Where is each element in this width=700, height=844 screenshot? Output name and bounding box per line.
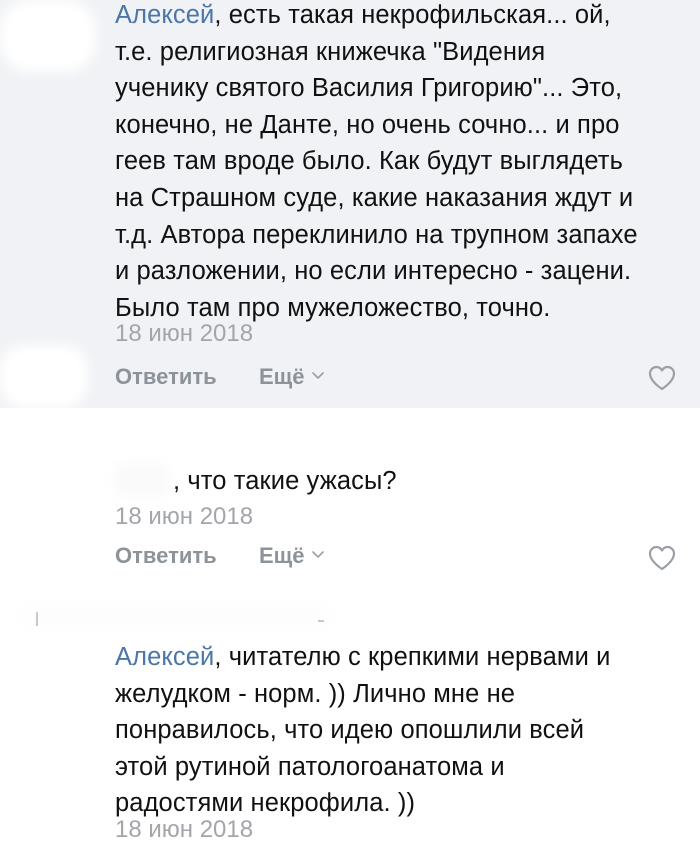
comment-date: 18 июн 2018	[115, 816, 254, 843]
comment-line: т.е. религиозная книжечка "Видения	[115, 37, 546, 66]
comment-line-1: , что такие ужасы?	[173, 467, 397, 495]
more-button[interactable]: Ещё	[259, 364, 304, 390]
heart-outline-icon[interactable]	[648, 365, 676, 391]
comment-text: Алексей, есть такая некрофильская... ой,…	[115, 0, 690, 326]
comment-line: и разложении, но если интересно - зацени…	[115, 257, 632, 286]
heart-outline-icon[interactable]	[648, 545, 676, 571]
comment-line-1: Алексей, читателю с крепкими нервами и	[115, 643, 611, 671]
comment-text: Алексей, читателю с крепкими нервами и ж…	[115, 639, 690, 822]
comment-line: желудком - норм. )) Лично мне не	[115, 679, 516, 708]
chevron-down-icon[interactable]	[312, 372, 324, 380]
comment-line-1: Алексей, есть такая некрофильская... ой,	[115, 1, 611, 29]
reply-button[interactable]: Ответить	[115, 364, 217, 390]
comment-line: т.д. Автора переклинило на трупном запах…	[115, 220, 638, 249]
comment-line: конечно, не Данте, но очень сочно... и п…	[115, 110, 620, 139]
comment-1: Алексей, есть такая некрофильская... ой,…	[0, 0, 700, 408]
reply-button[interactable]: Ответить	[115, 543, 217, 569]
author-link[interactable]: Алексей	[115, 1, 214, 29]
comment-line: этой рутиной патологоанатома и	[115, 752, 505, 781]
comment-text: , что такие ужасы?	[115, 463, 690, 500]
chevron-down-icon[interactable]	[312, 551, 324, 559]
comment-3: Алексей, читателю с крепкими нервами и ж…	[0, 598, 700, 843]
divider	[318, 620, 324, 622]
comment-line: ученику святого Василия Григорию"... Это…	[115, 74, 623, 103]
comment-line: понравилось, что идею опошлили всей	[115, 716, 585, 745]
comment-2: , что такие ужасы? 18 июн 2018 Ответить …	[0, 408, 700, 598]
redacted-area	[0, 345, 88, 408]
comment-date: 18 июн 2018	[115, 503, 254, 530]
comment-line: геев там вроде было. Как будут выглядеть	[115, 147, 623, 176]
author-link[interactable]: Алексей	[115, 643, 214, 671]
redacted-header	[20, 604, 330, 628]
comment-line: на Страшном суде, какие наказания ждут и	[115, 183, 634, 212]
more-button[interactable]: Ещё	[259, 543, 304, 569]
comment-date: 18 июн 2018	[115, 320, 254, 347]
divider	[36, 612, 38, 626]
avatar[interactable]	[0, 0, 96, 72]
